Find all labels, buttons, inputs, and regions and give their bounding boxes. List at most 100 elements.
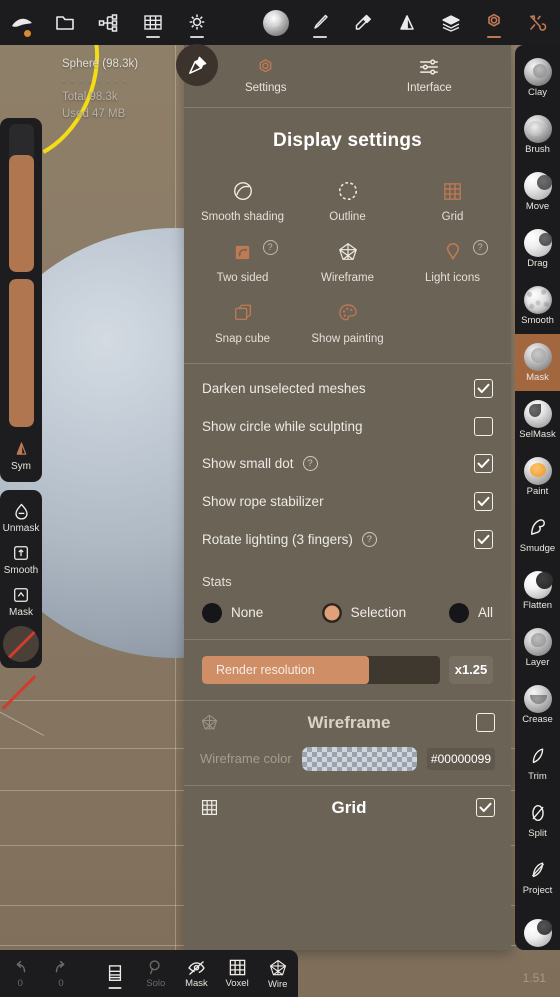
tool-flatten[interactable]: Flatten — [515, 562, 560, 619]
checkbox-wireframe-section[interactable] — [476, 713, 495, 733]
scene-graph-icon[interactable] — [87, 0, 131, 45]
tool-move[interactable]: Move — [515, 163, 560, 220]
tool-mask[interactable]: Mask — [515, 334, 560, 391]
tool-project[interactable]: Project — [515, 847, 560, 904]
tool-trim[interactable]: Trim — [515, 733, 560, 790]
grid-section-header[interactable]: Grid — [184, 786, 511, 828]
help-icon-two-sided[interactable]: ? — [262, 240, 278, 255]
checkbox-rotate-lighting[interactable] — [474, 529, 493, 549]
row-show-small-dot[interactable]: Show small dot ? — [202, 445, 493, 483]
checkbox-show-small-dot[interactable] — [474, 454, 493, 474]
check-icon — [477, 459, 490, 469]
wire-button[interactable]: Wire — [257, 950, 298, 997]
sidebar-item-sym[interactable]: Sym — [0, 434, 42, 476]
toggle-grid[interactable]: Grid — [400, 170, 505, 227]
tool-extra[interactable] — [515, 904, 560, 950]
help-icon-rotate-lighting[interactable]: ? — [361, 531, 377, 547]
two-sided-icon — [232, 237, 253, 267]
toggle-snap-cube[interactable]: Snap cube — [190, 292, 295, 349]
tool-clay[interactable]: Clay — [515, 49, 560, 106]
sliders-icon — [420, 59, 439, 75]
undo-count: 0 — [17, 977, 23, 989]
layers-icon[interactable] — [429, 0, 473, 45]
key-caret-icon — [12, 585, 30, 605]
checkbox-grid-section[interactable] — [476, 798, 495, 818]
tool-brush[interactable]: Brush — [515, 106, 560, 163]
display-toggle-grid: Smooth shading Outline Grid ? Two sided … — [184, 170, 511, 363]
tool-crease[interactable]: Crease — [515, 676, 560, 733]
row-darken-unselected[interactable]: Darken unselected meshes — [202, 370, 493, 408]
wireframe-color-hex[interactable]: #00000099 — [426, 747, 495, 770]
tool-split[interactable]: Split — [515, 790, 560, 847]
smooth-preview — [523, 285, 552, 314]
toggle-two-sided[interactable]: ? Two sided — [190, 231, 295, 288]
sidebar-item-unmask[interactable]: Unmask — [0, 496, 42, 538]
wireframe-color-row: Wireframe color #00000099 — [184, 743, 511, 785]
tool-smudge[interactable]: Smudge — [515, 505, 560, 562]
material-icon[interactable] — [254, 0, 298, 45]
tool-selmask[interactable]: SelMask — [515, 391, 560, 448]
radio-selection[interactable]: Selection — [321, 602, 449, 623]
solo-button[interactable]: Solo — [135, 950, 176, 997]
tab-interface[interactable]: Interface — [348, 45, 512, 107]
checkbox-show-rope-stabilizer[interactable] — [474, 492, 493, 512]
wireframe-color-swatch[interactable] — [301, 746, 417, 771]
tab-settings-label: Settings — [244, 82, 287, 94]
smudge-icon — [526, 514, 549, 542]
tools-icon[interactable] — [516, 0, 560, 45]
wire-label: Wire — [267, 978, 288, 990]
tool-label: Flatten — [522, 599, 553, 611]
pin-button[interactable] — [176, 44, 218, 86]
radio-all[interactable]: All — [448, 602, 493, 623]
tool-smooth[interactable]: Smooth — [515, 277, 560, 334]
sculpt-logo-icon[interactable] — [0, 0, 44, 45]
render-resolution-row: Render resolution x1.25 — [184, 640, 511, 700]
files-icon[interactable] — [44, 0, 88, 45]
left-action-group: Unmask Smooth Mask — [0, 490, 42, 668]
radius-slider[interactable] — [8, 124, 34, 272]
toggle-light-icons[interactable]: ? Light icons — [400, 231, 505, 288]
checkbox-darken-unselected[interactable] — [474, 379, 493, 399]
intensity-slider[interactable] — [8, 279, 34, 427]
lighting-icon[interactable] — [175, 0, 219, 45]
toggle-outline[interactable]: Outline — [295, 170, 400, 227]
tool-drag[interactable]: Drag — [515, 220, 560, 277]
toggle-smooth-shading[interactable]: Smooth shading — [190, 170, 295, 227]
undo-button[interactable]: 0 — [0, 950, 41, 997]
voxel-button[interactable]: Voxel — [217, 950, 258, 997]
redo-button[interactable]: 0 — [41, 950, 82, 997]
wireframe-icon — [337, 237, 359, 267]
radio-label: None — [231, 605, 264, 621]
tool-label: Trim — [528, 770, 547, 782]
sidebar-item-smooth[interactable]: Smooth — [0, 538, 42, 580]
no-material-swatch[interactable] — [3, 626, 39, 662]
symmetry-icon[interactable] — [385, 0, 429, 45]
render-resolution-value[interactable]: x1.25 — [449, 655, 493, 684]
brush-icon[interactable] — [298, 0, 342, 45]
active-underline — [189, 36, 204, 38]
row-show-rope-stabilizer[interactable]: Show rope stabilizer — [202, 483, 493, 521]
paint-fill-icon[interactable] — [342, 0, 386, 45]
radio-none[interactable]: None — [202, 602, 322, 623]
row-show-circle[interactable]: Show circle while sculpting — [202, 408, 493, 446]
topology-grid-icon[interactable] — [131, 0, 175, 45]
sidebar-item-mask[interactable]: Mask — [0, 580, 42, 622]
checkbox-show-circle[interactable] — [474, 416, 493, 436]
sidebar-item-label: Mask — [9, 607, 33, 618]
toggle-wireframe[interactable]: Wireframe — [295, 231, 400, 288]
toggle-show-painting[interactable]: Show painting — [295, 292, 400, 349]
help-icon-small-dot[interactable]: ? — [302, 456, 318, 472]
undo-icon — [16, 960, 26, 972]
mask-visibility-button[interactable]: Mask — [176, 950, 217, 997]
help-icon-light[interactable]: ? — [472, 240, 488, 255]
tool-layer[interactable]: Layer — [515, 619, 560, 676]
layers-panel-button[interactable] — [95, 950, 136, 997]
stats-radio-group: None Selection All — [184, 589, 511, 639]
tool-paint[interactable]: Paint — [515, 448, 560, 505]
render-resolution-slider[interactable]: Render resolution — [202, 655, 440, 684]
snap-cube-icon — [232, 298, 254, 328]
settings-icon[interactable] — [473, 0, 517, 45]
drop-icon — [13, 501, 30, 521]
row-rotate-lighting[interactable]: Rotate lighting (3 fingers) ? — [202, 520, 493, 558]
wireframe-section-header[interactable]: Wireframe — [184, 701, 511, 743]
